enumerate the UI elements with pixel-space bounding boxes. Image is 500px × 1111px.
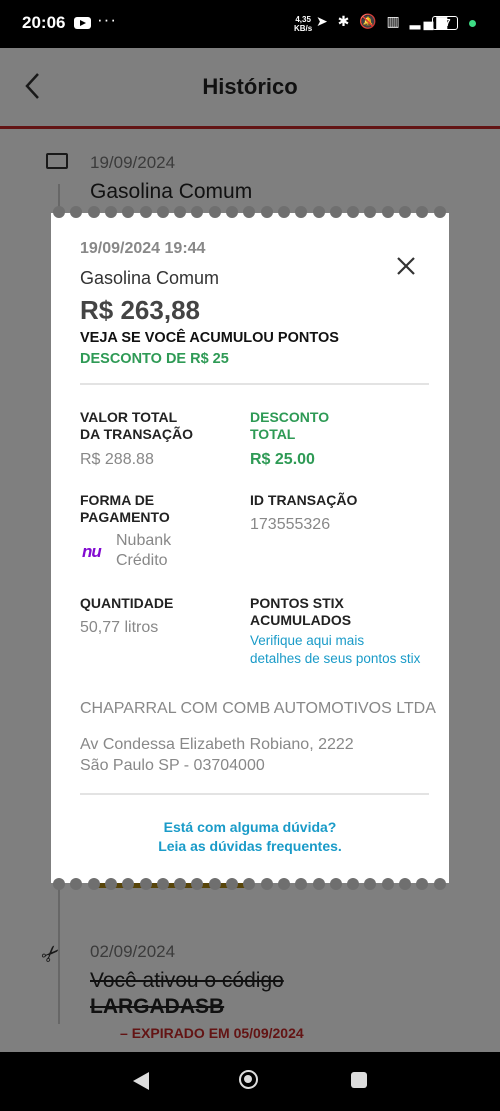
company-address: Av Condessa Elizabeth Robiano, 2222 São P… bbox=[80, 736, 354, 774]
stix-points-label: PONTOS STIX ACUMULADOS bbox=[250, 595, 352, 628]
receipt-scallop bbox=[87, 878, 100, 890]
total-value: R$ 288.88 bbox=[80, 451, 154, 468]
receipt-scallop bbox=[226, 206, 238, 218]
fuel-type: Gasolina Comum bbox=[80, 268, 220, 288]
receipt-bottom-edge bbox=[51, 874, 449, 890]
divider bbox=[80, 793, 429, 795]
receipt-scallop bbox=[87, 206, 100, 218]
receipt-scallop bbox=[347, 878, 360, 890]
receipt-scallop bbox=[329, 878, 342, 890]
discount-note: DESCONTO DE R$ 25 bbox=[80, 351, 229, 367]
privacy-indicator bbox=[469, 20, 476, 27]
receipt-scallop bbox=[70, 206, 83, 218]
nav-back-icon[interactable] bbox=[133, 1072, 149, 1090]
receipt-scallop bbox=[347, 206, 360, 218]
receipt-scallop bbox=[277, 206, 290, 218]
payment-method: Nubank Crédito bbox=[116, 532, 172, 569]
receipt-scallop bbox=[381, 878, 394, 890]
receipt-scallop bbox=[364, 206, 377, 218]
stix-points-link[interactable]: Verifique aqui mais detalhes de seus pont… bbox=[250, 632, 440, 668]
quantity-label: QUANTIDADE bbox=[80, 595, 174, 611]
receipt-scallop bbox=[104, 206, 117, 218]
more-notifications-icon: ··· bbox=[97, 10, 117, 29]
nav-recents-icon[interactable] bbox=[351, 1072, 367, 1088]
payment-label: FORMA DE PAGAMENTO bbox=[80, 492, 170, 525]
clock: 20:06 bbox=[22, 13, 66, 32]
receipt-scallop bbox=[260, 878, 273, 890]
receipt-scallop bbox=[122, 206, 135, 218]
receipt-scallop bbox=[312, 878, 325, 890]
faq-link[interactable]: Está com alguma dúvida? Leia as dúvidas f… bbox=[51, 818, 449, 856]
transaction-id-value: 173555326 bbox=[250, 516, 331, 533]
close-icon[interactable] bbox=[395, 255, 417, 277]
receipt-scallop bbox=[329, 206, 342, 218]
points-prompt: VEJA SE VOCÊ ACUMULOU PONTOS bbox=[80, 330, 339, 346]
receipt-scallop bbox=[156, 878, 169, 890]
network-rate: 4,35 KB/s bbox=[294, 15, 313, 33]
divider bbox=[80, 383, 429, 385]
quantity-value: 50,77 litros bbox=[80, 619, 159, 636]
receipt-scallop bbox=[226, 878, 238, 890]
transaction-receipt-modal: 19/09/2024 19:44 Gasolina Comum R$ 263,8… bbox=[51, 206, 449, 890]
receipt-scallop bbox=[243, 206, 256, 218]
receipt-scallop bbox=[174, 878, 187, 890]
receipt-scallop bbox=[156, 206, 169, 218]
receipt-scallop bbox=[277, 878, 290, 890]
receipt-scallop bbox=[104, 878, 117, 890]
battery-icon: 57 bbox=[432, 16, 458, 30]
receipt-scallop bbox=[139, 206, 152, 218]
nav-home-icon[interactable] bbox=[239, 1070, 258, 1089]
receipt-scallop bbox=[399, 206, 411, 218]
receipt-scallop bbox=[416, 206, 429, 218]
receipt-scallop bbox=[295, 206, 308, 218]
company-name: CHAPARRAL COM COMB AUTOMOTIVOS LTDA bbox=[80, 700, 436, 717]
total-label: VALOR TOTAL DA TRANSAÇÃO bbox=[80, 409, 194, 442]
nubank-logo-icon: nu bbox=[82, 542, 102, 561]
youtube-icon bbox=[74, 17, 91, 29]
receipt-scallop bbox=[381, 206, 394, 218]
status-icons: ➤ ✱ 🔕 ▥ ▂▄▆ bbox=[316, 13, 451, 29]
receipt-top-edge bbox=[51, 206, 449, 222]
transaction-datetime: 19/09/2024 19:44 bbox=[80, 240, 206, 257]
receipt-scallop bbox=[174, 206, 187, 218]
receipt-scallop bbox=[208, 878, 221, 890]
discount-value: R$ 25.00 bbox=[250, 451, 315, 468]
receipt-scallop bbox=[399, 878, 411, 890]
system-navigation-bar bbox=[0, 1052, 500, 1111]
transaction-amount: R$ 263,88 bbox=[80, 295, 200, 325]
receipt-scallop bbox=[53, 878, 65, 890]
status-bar: 20:06 ··· 4,35 KB/s ➤ ✱ 🔕 ▥ ▂▄▆ 57 bbox=[0, 0, 500, 48]
transaction-id-label: ID TRANSAÇÃO bbox=[250, 492, 358, 508]
receipt-scallop bbox=[433, 206, 446, 218]
receipt-scallop bbox=[433, 878, 446, 890]
receipt-scallop bbox=[53, 206, 65, 218]
receipt-scallop bbox=[260, 206, 273, 218]
receipt-scallop bbox=[208, 206, 221, 218]
receipt-scallop bbox=[191, 206, 204, 218]
discount-label: DESCONTO TOTAL bbox=[250, 409, 330, 442]
receipt-scallop bbox=[312, 206, 325, 218]
receipt-scallop bbox=[139, 878, 152, 890]
